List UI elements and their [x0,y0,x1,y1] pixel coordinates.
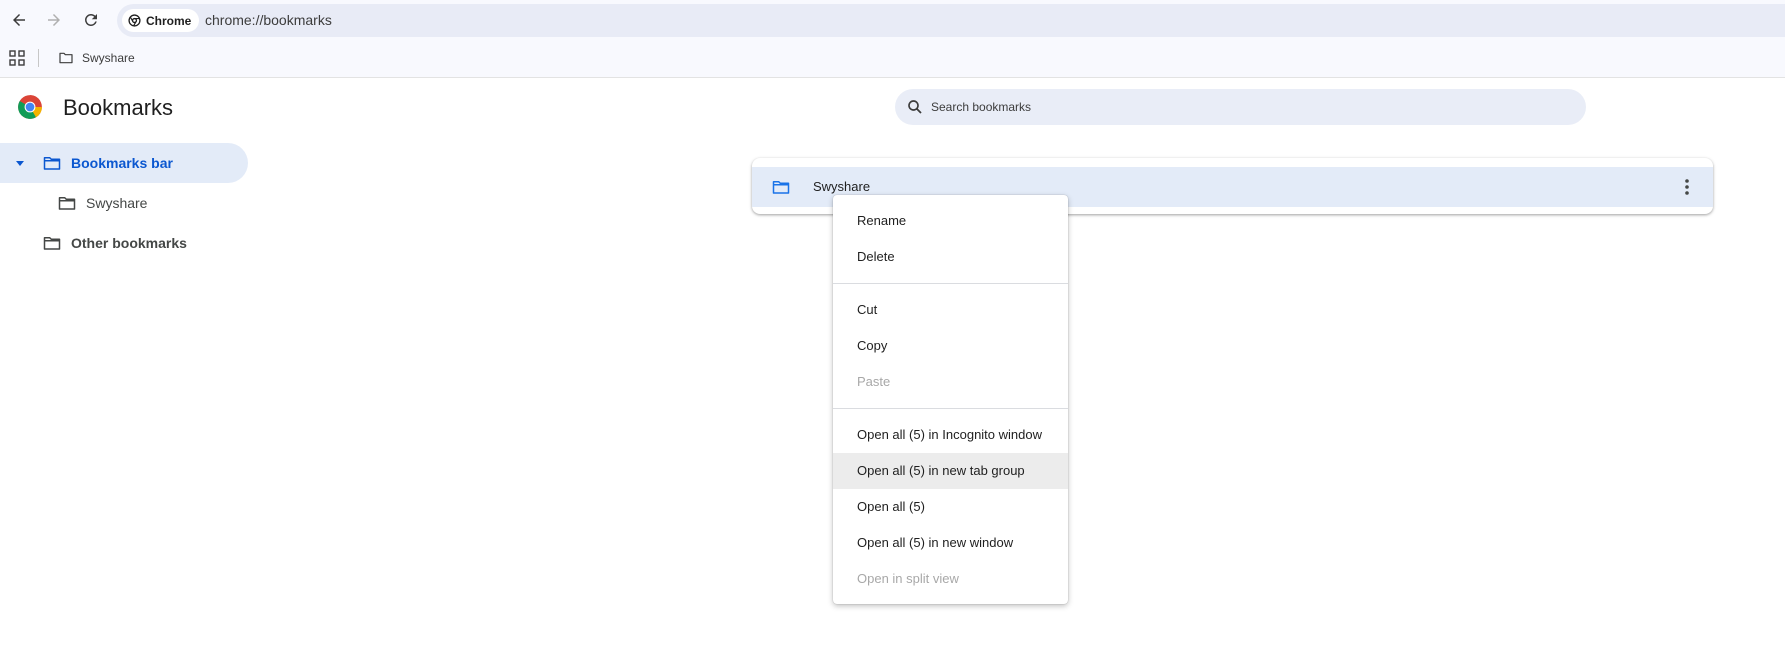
forward-arrow-icon [48,14,60,26]
browser-toolbar: Chrome chrome://bookmarks [0,0,1785,39]
chrome-logo-icon [18,95,42,119]
menu-item-rename[interactable]: Rename [833,203,1068,239]
chrome-icon [128,14,141,27]
address-bar[interactable]: Chrome chrome://bookmarks [117,4,1785,37]
search-input[interactable] [929,89,1569,125]
reload-icon [84,13,97,26]
sidebar-item-label: Other bookmarks [71,235,187,251]
menu-divider [833,408,1068,409]
folder-icon [772,181,790,194]
folder-icon [59,52,73,64]
menu-item-open-all[interactable]: Open all (5) [833,489,1068,525]
list-item-name: Swyshare [813,179,871,194]
url-text[interactable]: chrome://bookmarks [205,4,332,37]
menu-item-open-all-new-tab-group[interactable]: Open all (5) in new tab group [833,453,1068,489]
page-title: Bookmarks [63,95,174,120]
sidebar-item-bookmarks-bar[interactable]: Bookmarks bar [0,143,248,183]
folder-icon [43,237,61,250]
sidebar-item-label: Bookmarks bar [71,155,173,171]
bookmarks-bar-item[interactable]: Swyshare [52,46,141,70]
apps-grid-icon[interactable] [9,50,25,66]
menu-item-paste: Paste [857,374,891,389]
chip-label: Chrome [146,13,192,28]
menu-item-open-all-incognito[interactable]: Open all (5) in Incognito window [833,417,1068,453]
folder-icon [58,197,76,210]
sidebar-item-label: Swyshare [86,195,148,211]
reload-button[interactable] [77,6,105,34]
bookmarks-bar-divider [38,49,39,67]
bookmarks-bar-item-label: Swyshare [82,51,135,65]
menu-divider [833,283,1068,284]
search-box[interactable] [895,89,1586,125]
expand-arrow-icon[interactable] [14,157,26,169]
search-icon [908,100,922,114]
site-info-chip[interactable]: Chrome [122,9,200,32]
sidebar-item-swyshare[interactable]: Swyshare [0,183,248,223]
more-actions-button[interactable] [1675,175,1699,199]
menu-item-cut[interactable]: Cut [833,292,1068,328]
menu-item-open-all-new-window[interactable]: Open all (5) in new window [833,525,1068,561]
bookmarks-bar: Swyshare [0,39,1785,78]
menu-item-open-split-view: Open in split view [857,571,959,586]
forward-button[interactable] [40,6,68,34]
menu-item-copy[interactable]: Copy [833,328,1068,364]
folder-icon [43,157,61,170]
back-arrow-icon [13,14,25,26]
more-vert-icon [1685,179,1689,195]
menu-item-delete[interactable]: Delete [833,239,1068,275]
sidebar-item-other-bookmarks[interactable]: Other bookmarks [0,223,248,263]
back-button[interactable] [5,6,33,34]
context-menu: Rename Delete Cut Copy Paste Open all (5… [833,195,1068,604]
